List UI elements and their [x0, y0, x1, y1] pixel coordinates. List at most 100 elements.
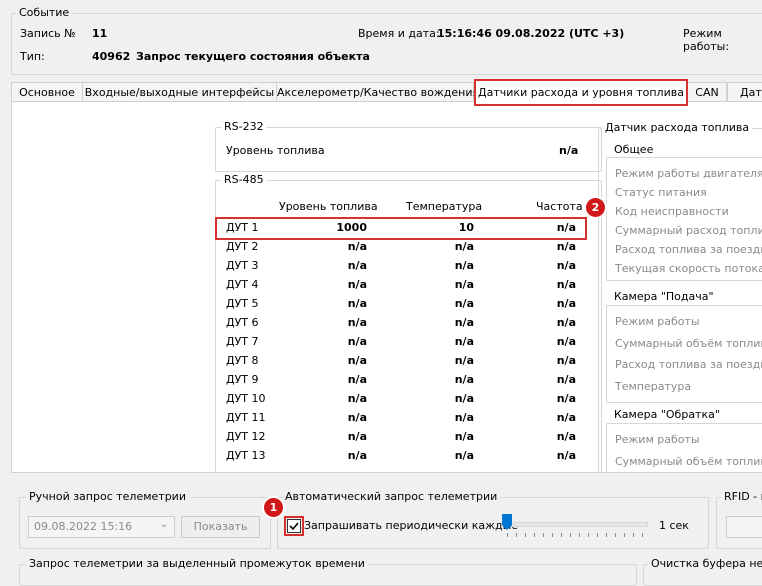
rs485-header-freq: Частота [536, 200, 583, 213]
rs232-fuel-value: n/a [559, 144, 579, 157]
dut-level: n/a [347, 392, 367, 405]
rs485-table: ДУТ 1 1000 10 n/a ДУТ 2 n/a n/a n/a ДУТ 3 n/a n/a n… [214, 218, 594, 472]
tab-sensors-more[interactable]: Дат [727, 82, 762, 102]
dut-level: n/a [347, 297, 367, 310]
callout-badge-1: 1 [264, 498, 283, 517]
dut-level: n/a [347, 373, 367, 386]
flow-item: Код неисправности [615, 205, 729, 218]
period-request-title: Запрос телеметрии за выделенный промежут… [26, 557, 368, 570]
flow-item: Режим работы [615, 315, 700, 328]
slider-tick [624, 533, 625, 537]
flow-item: Текущая скорость потока [615, 262, 762, 275]
slider-tick [642, 533, 643, 537]
record-value: 11 [92, 27, 108, 40]
slider-tick [588, 533, 589, 537]
flow-item: Суммарный объём топлива [615, 336, 762, 350]
dut-freq: n/a [556, 411, 576, 424]
dut-name: ДУТ 6 [226, 316, 259, 329]
checkbox-highlight [284, 516, 304, 536]
dut-freq: n/a [556, 430, 576, 443]
tab-accelerometer[interactable]: Акселерометр/Качество вождения [276, 82, 479, 102]
dut-name: ДУТ 3 [226, 259, 259, 272]
callout-badge-2: 2 [586, 198, 605, 217]
dut-freq: n/a [556, 392, 576, 405]
table-row: ДУТ 10 n/a n/a n/a [214, 389, 589, 408]
dut-name: ДУТ 9 [226, 373, 259, 386]
rfid-field[interactable] [726, 516, 762, 538]
rfid-title: RFID - м [721, 490, 762, 503]
interval-slider[interactable] [502, 512, 650, 538]
dut-name: ДУТ 12 [226, 430, 266, 443]
dut-freq: n/a [556, 373, 576, 386]
mode-label: Режим работы: [683, 27, 730, 53]
dut-level: n/a [347, 278, 367, 291]
dut-name: ДУТ 7 [226, 335, 259, 348]
dut-freq: n/a [556, 449, 576, 462]
tab-main[interactable]: Основное [11, 82, 83, 102]
flow-item: Суммарный объём топлива [615, 454, 762, 468]
event-group [11, 13, 762, 75]
auto-request-title: Автоматический запрос телеметрии [282, 490, 501, 503]
manual-date-value: 09.08.2022 15:16 [34, 520, 133, 533]
flow-item: Расход топлива за поездку [615, 243, 762, 256]
dut1-row-highlight [215, 217, 587, 240]
flow-general-title: Общее [611, 143, 657, 156]
table-row: ДУТ 4 n/a n/a n/a [214, 275, 589, 294]
table-row: ДУТ 9 n/a n/a n/a [214, 370, 589, 389]
table-row: ДУТ 6 n/a n/a n/a [214, 313, 589, 332]
show-button[interactable]: Показать [181, 516, 260, 538]
dut-level: n/a [347, 335, 367, 348]
dut-level: n/a [347, 449, 367, 462]
dut-level: n/a [347, 430, 367, 443]
record-label: Запись № [20, 27, 76, 40]
dut-temp: n/a [454, 297, 474, 310]
slider-thumb[interactable] [502, 514, 512, 530]
slider-tick [561, 533, 562, 537]
rs232-fuel-label: Уровень топлива [226, 144, 325, 157]
dut-freq: n/a [556, 259, 576, 272]
flow-return-title: Камера "Обратка" [611, 408, 723, 421]
dut-name: ДУТ 5 [226, 297, 259, 310]
dut-temp: n/a [454, 278, 474, 291]
flow-item: Суммарный расход топлива [615, 224, 762, 237]
dut-freq: n/a [556, 316, 576, 329]
dut-temp: n/a [454, 430, 474, 443]
event-group-title: Событие [16, 6, 73, 19]
flow-supply-title: Камера "Подача" [611, 290, 717, 303]
dut-temp: n/a [454, 392, 474, 405]
flow-item: Статус питания [615, 186, 707, 199]
datetime-label: Время и дата: [358, 27, 440, 40]
dut-freq: n/a [556, 297, 576, 310]
slider-tick [516, 533, 517, 537]
dut-temp: n/a [454, 316, 474, 329]
table-row: ДУТ 8 n/a n/a n/a [214, 351, 589, 370]
slider-tick [552, 533, 553, 537]
flow-item: Расход топлива за поездку [615, 358, 762, 371]
table-row: ДУТ 5 n/a n/a n/a [214, 294, 589, 313]
manual-date-picker[interactable]: 09.08.2022 15:16 ⌄ [28, 516, 175, 538]
tab-can[interactable]: CAN [687, 82, 727, 102]
rs232-title: RS-232 [221, 120, 267, 133]
slider-tick [606, 533, 607, 537]
dut-level: n/a [347, 316, 367, 329]
dut-temp: n/a [454, 259, 474, 272]
dut-temp: n/a [454, 449, 474, 462]
flow-sensor-title: Датчик расхода топлива [602, 121, 753, 134]
dut-freq: n/a [556, 335, 576, 348]
rs485-header-temp: Температура [406, 200, 483, 213]
type-label: Тип: [20, 50, 45, 63]
dut-name: ДУТ 4 [226, 278, 259, 291]
slider-tick [543, 533, 544, 537]
flow-item: Режим работы [615, 433, 700, 446]
slider-track [504, 522, 648, 527]
chevron-down-icon[interactable]: ⌄ [160, 519, 168, 530]
auto-request-checkbox-label[interactable]: Запрашивать периодически каждые [304, 519, 518, 532]
type-description: Запрос текущего состояния объекта [136, 50, 370, 63]
tab-fuel-sensors[interactable]: Датчики расхода и уровня топлива [474, 79, 688, 106]
slider-tick [633, 533, 634, 537]
interval-value: 1 сек [659, 519, 689, 532]
tab-io-interfaces[interactable]: Входные/выходные интерфейсы [82, 82, 277, 102]
table-row: ДУТ 3 n/a n/a n/a [214, 256, 589, 275]
rs485-title: RS-485 [221, 173, 267, 186]
dut-name: ДУТ 8 [226, 354, 259, 367]
